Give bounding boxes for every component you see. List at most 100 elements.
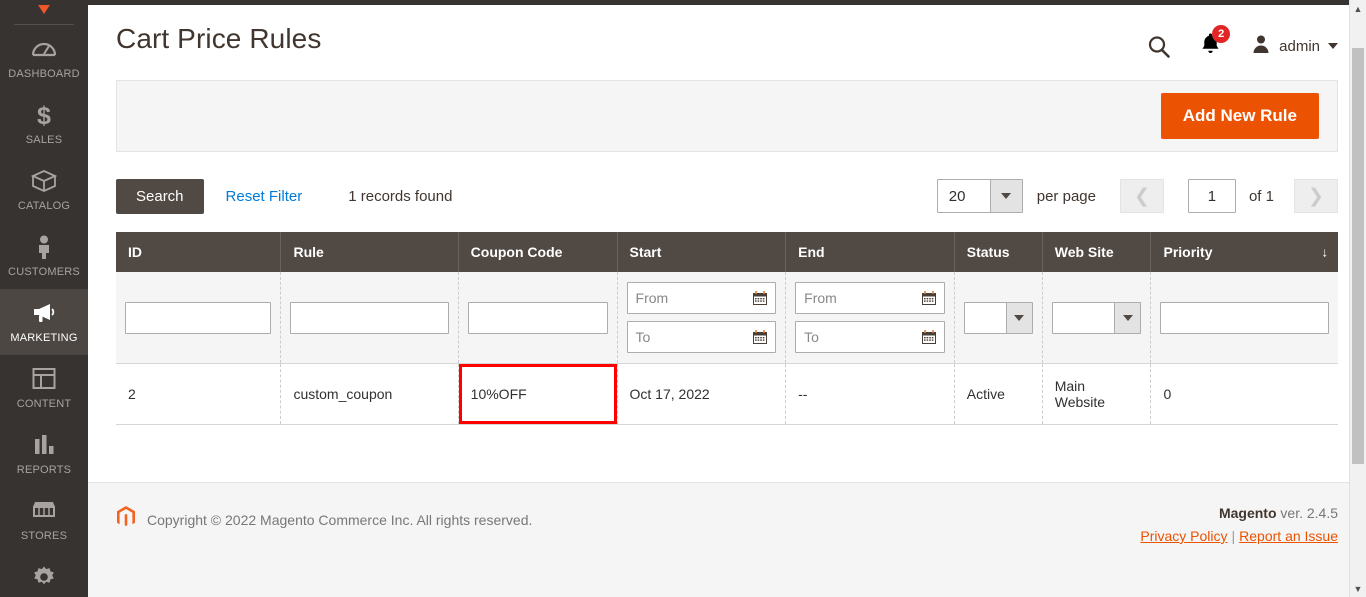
window-top-strip bbox=[0, 0, 1366, 5]
filter-rule-input[interactable] bbox=[290, 302, 448, 334]
filter-cell-id bbox=[116, 272, 281, 364]
sidebar-item-sales[interactable]: $ SALES bbox=[0, 91, 88, 157]
filter-website-select[interactable] bbox=[1052, 302, 1142, 334]
cell-coupon-code: 10%OFF bbox=[458, 364, 617, 425]
add-new-rule-button[interactable]: Add New Rule bbox=[1161, 93, 1319, 139]
scroll-down-icon[interactable]: ▼ bbox=[1350, 580, 1366, 597]
person-icon bbox=[2, 235, 86, 261]
column-header-coupon-code[interactable]: Coupon Code bbox=[458, 232, 617, 272]
version-text: ver. 2.4.5 bbox=[1277, 505, 1338, 521]
filter-end-from-field[interactable]: From bbox=[795, 282, 945, 314]
cell-rule: custom_coupon bbox=[281, 364, 458, 425]
sidebar-nav: DASHBOARD $ SALES CATALOG bbox=[0, 0, 88, 597]
cell-status: Active bbox=[954, 364, 1042, 425]
version-line: Magento ver. 2.4.5 bbox=[1140, 505, 1338, 521]
filter-cell-priority bbox=[1151, 272, 1338, 364]
next-page-button[interactable]: ❯ bbox=[1294, 179, 1338, 213]
column-header-status[interactable]: Status bbox=[954, 232, 1042, 272]
dashboard-icon bbox=[2, 37, 86, 63]
column-header-rule[interactable]: Rule bbox=[281, 232, 458, 272]
search-icon[interactable] bbox=[1147, 35, 1170, 58]
filter-cell-end: From bbox=[786, 272, 955, 364]
filter-id-input[interactable] bbox=[125, 302, 271, 334]
sidebar-item-label: SALES bbox=[2, 134, 86, 146]
filter-status-value bbox=[965, 303, 1006, 333]
footer-links: Privacy Policy|Report an Issue bbox=[1140, 528, 1338, 544]
footer-right: Magento ver. 2.4.5 Privacy Policy|Report… bbox=[1140, 505, 1338, 544]
grid-header-row: ID Rule Coupon Code Start End Status Web… bbox=[116, 232, 1338, 272]
sidebar-item-customers[interactable]: CUSTOMERS bbox=[0, 223, 88, 289]
column-header-website[interactable]: Web Site bbox=[1042, 232, 1151, 272]
column-label: Coupon Code bbox=[471, 244, 563, 260]
chevron-down-icon bbox=[1006, 303, 1032, 333]
magento-logo-icon bbox=[116, 505, 136, 534]
chevron-left-icon: ❮ bbox=[1134, 187, 1150, 206]
sidebar-item-content[interactable]: CONTENT bbox=[0, 355, 88, 421]
filter-start-from-field[interactable]: From bbox=[627, 282, 777, 314]
notification-badge: 2 bbox=[1212, 25, 1230, 43]
calendar-icon[interactable] bbox=[921, 290, 944, 306]
cell-website: Main Website bbox=[1042, 364, 1151, 425]
column-header-id[interactable]: ID bbox=[116, 232, 281, 272]
page-footer: Copyright © 2022 Magento Commerce Inc. A… bbox=[88, 482, 1366, 597]
gear-icon bbox=[2, 565, 86, 591]
filter-cell-start: From bbox=[617, 272, 786, 364]
grid-filter-row: From bbox=[116, 272, 1338, 364]
sidebar-item-dashboard[interactable]: DASHBOARD bbox=[0, 25, 88, 91]
column-header-priority[interactable]: Priority ↓ bbox=[1151, 232, 1338, 272]
filter-end-to-field[interactable]: To bbox=[795, 321, 945, 353]
page-header: Cart Price Rules 2 bbox=[88, 0, 1366, 80]
chevron-right-icon: ❯ bbox=[1308, 187, 1324, 206]
filter-start-from-placeholder: From bbox=[628, 290, 753, 306]
filter-cell-website bbox=[1042, 272, 1151, 364]
page-scrollbar[interactable]: ▲ ▼ bbox=[1349, 0, 1366, 597]
bell-icon bbox=[1200, 42, 1221, 59]
search-button[interactable]: Search bbox=[116, 179, 204, 214]
filter-website-value bbox=[1053, 303, 1115, 333]
table-row[interactable]: 2 custom_coupon 10%OFF Oct 17, 2022 -- A… bbox=[116, 364, 1338, 425]
chevron-down-icon bbox=[1328, 43, 1338, 49]
scroll-up-icon[interactable]: ▲ bbox=[1350, 0, 1366, 17]
chevron-down-icon bbox=[990, 180, 1022, 212]
report-issue-link[interactable]: Report an Issue bbox=[1239, 528, 1338, 544]
filter-coupon-code-input[interactable] bbox=[468, 302, 608, 334]
sidebar-item-label: CONTENT bbox=[2, 398, 86, 410]
filter-start-to-field[interactable]: To bbox=[627, 321, 777, 353]
column-header-end[interactable]: End bbox=[786, 232, 955, 272]
column-label: Priority bbox=[1163, 244, 1212, 260]
calendar-icon[interactable] bbox=[921, 329, 944, 345]
per-page-select[interactable]: 20 bbox=[937, 179, 1023, 213]
filter-end-from-placeholder: From bbox=[796, 290, 921, 306]
sidebar-item-label: MARKETING bbox=[2, 332, 86, 344]
admin-user-menu[interactable]: admin bbox=[1251, 34, 1338, 59]
filter-cell-rule bbox=[281, 272, 458, 364]
filter-priority-input[interactable] bbox=[1160, 302, 1329, 334]
column-label: Start bbox=[630, 244, 662, 260]
sidebar-item-reports[interactable]: REPORTS bbox=[0, 421, 88, 487]
sidebar-item-marketing[interactable]: MARKETING bbox=[0, 289, 88, 355]
cell-start: Oct 17, 2022 bbox=[617, 364, 786, 425]
pagination-controls: 20 per page ❮ of 1 ❯ bbox=[937, 179, 1338, 213]
column-header-start[interactable]: Start bbox=[617, 232, 786, 272]
reset-filter-link[interactable]: Reset Filter bbox=[226, 188, 303, 205]
privacy-policy-link[interactable]: Privacy Policy bbox=[1140, 528, 1227, 544]
calendar-icon[interactable] bbox=[752, 290, 775, 306]
sidebar-item-stores[interactable]: STORES bbox=[0, 487, 88, 553]
sidebar-item-label: STORES bbox=[2, 530, 86, 542]
sidebar-item-catalog[interactable]: CATALOG bbox=[0, 157, 88, 223]
header-tools: 2 admin bbox=[1147, 22, 1338, 60]
copyright-text: Copyright © 2022 Magento Commerce Inc. A… bbox=[147, 512, 532, 528]
bar-chart-icon bbox=[2, 433, 86, 459]
scrollbar-thumb[interactable] bbox=[1352, 48, 1364, 464]
cell-end: -- bbox=[786, 364, 955, 425]
sidebar-item-label: REPORTS bbox=[2, 464, 86, 476]
previous-page-button[interactable]: ❮ bbox=[1120, 179, 1164, 213]
calendar-icon[interactable] bbox=[752, 329, 775, 345]
total-pages-label: of 1 bbox=[1249, 188, 1274, 205]
current-page-input[interactable] bbox=[1188, 179, 1236, 213]
notifications-button[interactable]: 2 bbox=[1200, 32, 1221, 60]
page-actions-bar: Add New Rule bbox=[116, 80, 1338, 152]
filter-status-select[interactable] bbox=[964, 302, 1033, 334]
sidebar-item-system[interactable]: SYSTEM bbox=[0, 553, 88, 597]
megaphone-icon bbox=[2, 301, 86, 327]
